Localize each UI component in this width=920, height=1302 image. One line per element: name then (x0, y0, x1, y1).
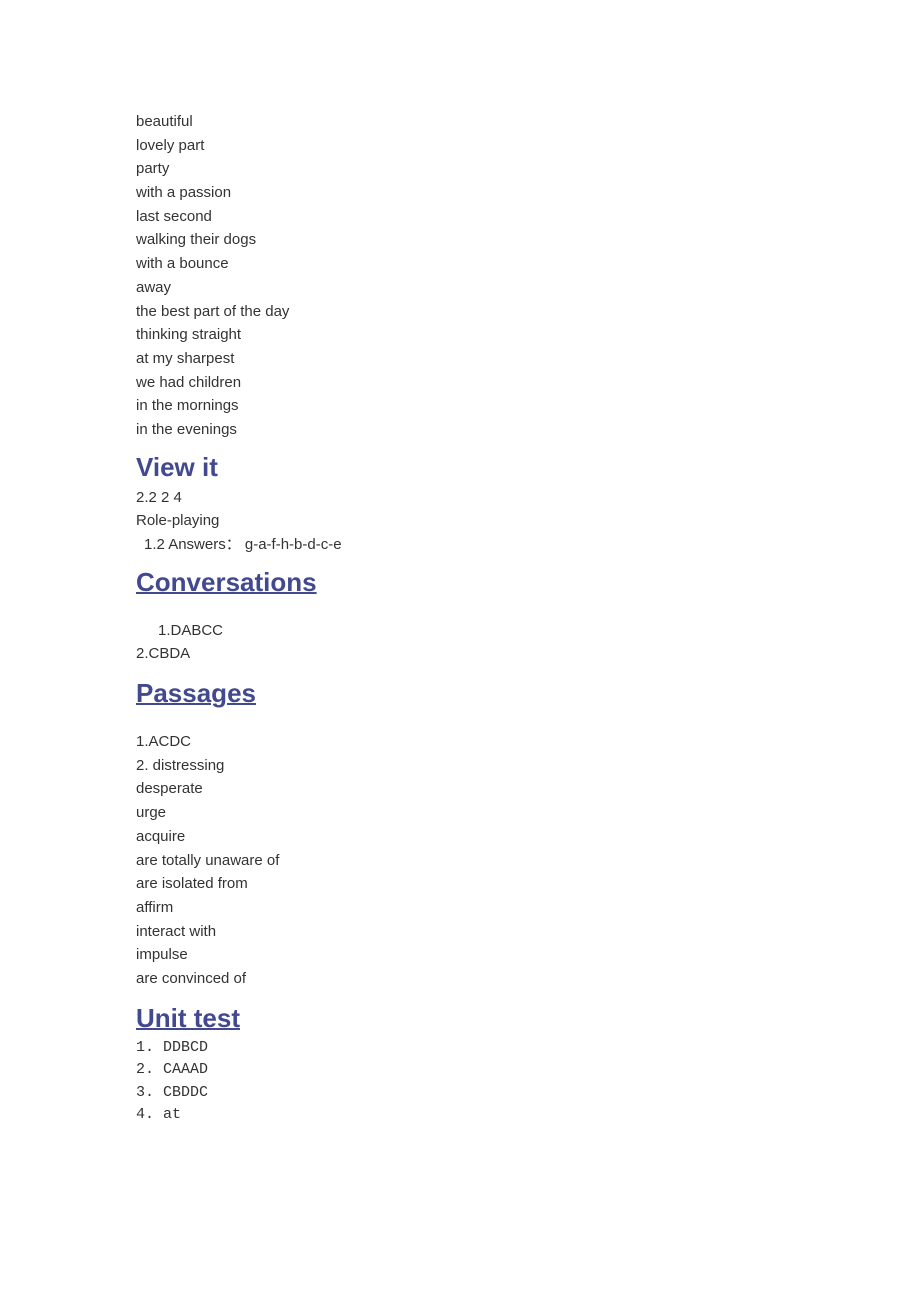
passages-item: interact with (136, 920, 920, 944)
view-it-answers: 1.2 Answers： g-a-f-h-b-d-c-e (136, 533, 920, 557)
word-item: lovely part (136, 134, 920, 158)
conversations-line: 2.CBDA (136, 642, 920, 666)
word-item: beautiful (136, 110, 920, 134)
passages-item: urge (136, 801, 920, 825)
word-item: thinking straight (136, 323, 920, 347)
unit-test-item: 1. DDBCD (136, 1037, 920, 1060)
passages-heading: Passages (136, 678, 920, 709)
spacer (136, 712, 920, 730)
word-item: away (136, 276, 920, 300)
word-item: at my sharpest (136, 347, 920, 371)
unit-test-list: 1. DDBCD 2. CAAAD 3. CBDDC 4. at (136, 1037, 920, 1127)
word-item: with a passion (136, 181, 920, 205)
word-item: last second (136, 205, 920, 229)
passages-item: affirm (136, 896, 920, 920)
view-it-heading: View it (136, 452, 920, 483)
word-item: the best part of the day (136, 300, 920, 324)
passages-item: impulse (136, 943, 920, 967)
intro-word-list: beautiful lovely part party with a passi… (136, 110, 920, 442)
word-item: walking their dogs (136, 228, 920, 252)
conversations-heading: Conversations (136, 567, 920, 598)
passages-item: acquire (136, 825, 920, 849)
spacer (136, 601, 920, 619)
unit-test-item: 3. CBDDC (136, 1082, 920, 1105)
passages-item: are convinced of (136, 967, 920, 991)
word-item: in the evenings (136, 418, 920, 442)
word-item: party (136, 157, 920, 181)
word-item: we had children (136, 371, 920, 395)
passages-item: 2. distressing (136, 754, 920, 778)
passages-item: desperate (136, 777, 920, 801)
view-it-line: 2.2 2 4 (136, 486, 920, 510)
view-it-line: Role-playing (136, 509, 920, 533)
unit-test-heading: Unit test (136, 1003, 920, 1034)
unit-test-item: 2. CAAAD (136, 1059, 920, 1082)
passages-item: are totally unaware of (136, 849, 920, 873)
unit-test-item: 4. at (136, 1104, 920, 1127)
passages-item: are isolated from (136, 872, 920, 896)
conversations-line: 1.DABCC (136, 619, 920, 643)
passages-list: 1.ACDC 2. distressing desperate urge acq… (136, 730, 920, 991)
passages-item: 1.ACDC (136, 730, 920, 754)
word-item: with a bounce (136, 252, 920, 276)
word-item: in the mornings (136, 394, 920, 418)
